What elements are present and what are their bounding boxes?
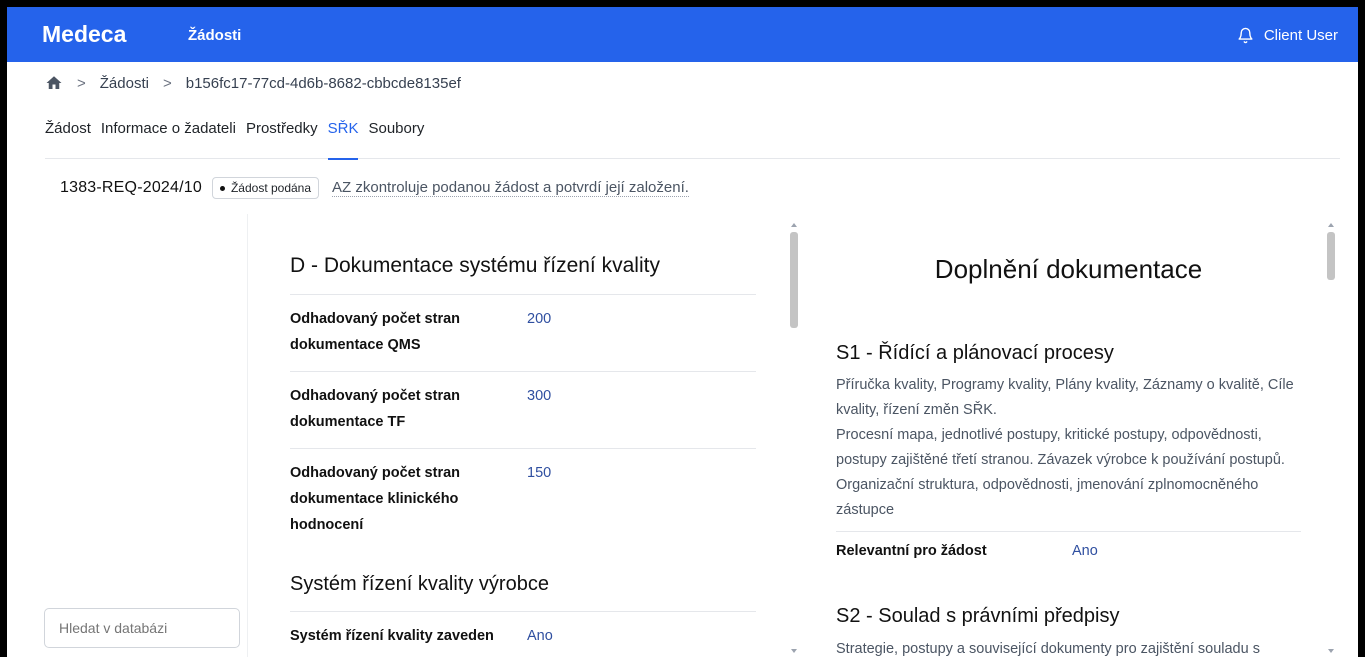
tab-soubory[interactable]: Soubory bbox=[368, 117, 424, 159]
tab-srk[interactable]: SŘK bbox=[327, 117, 358, 160]
row-value: 150 bbox=[527, 465, 552, 481]
brand-logo[interactable]: Medeca bbox=[42, 21, 126, 48]
row-label: Odhadovaný počet stran dokumentace klini… bbox=[290, 465, 461, 533]
app-window: Medeca Žádosti Client User > Žádosti > b… bbox=[7, 7, 1358, 657]
section-description: Příručka kvality, Programy kvality, Plán… bbox=[836, 373, 1301, 523]
row-label: Odhadovaný počet stran dokumentace TF bbox=[290, 388, 461, 430]
description-line: Organizační struktura, odpovědnosti, jme… bbox=[836, 477, 1259, 493]
table-row: Odhadovaný počet stran dokumentace klini… bbox=[290, 448, 756, 552]
sidebar-divider bbox=[247, 214, 248, 657]
scrollbar-left-panel[interactable] bbox=[788, 220, 800, 657]
table-row: Odhadovaný počet stran dokumentace QMS 2… bbox=[290, 294, 756, 372]
row-label: Odhadovaný počet stran dokumentace QMS bbox=[290, 311, 461, 353]
section-title: S2 - Soulad s právními předpisy bbox=[836, 605, 1120, 627]
scroll-down-icon[interactable] bbox=[791, 649, 797, 653]
scroll-up-icon[interactable] bbox=[1328, 223, 1334, 227]
row-value: Ano bbox=[527, 628, 553, 644]
breadcrumb-item-zadosti[interactable]: Žádosti bbox=[100, 75, 149, 92]
row-value: 300 bbox=[527, 388, 552, 404]
panel-title: Doplnění dokumentace bbox=[934, 254, 1203, 284]
user-name[interactable]: Client User bbox=[1264, 27, 1338, 44]
tab-informace-o-zadateli[interactable]: Informace o žadateli bbox=[101, 117, 236, 159]
bell-icon[interactable] bbox=[1237, 27, 1254, 44]
description-line: Procesní mapa, jednotlivé postupy, kriti… bbox=[836, 427, 1262, 443]
section-title: S1 - Řídící a plánovací procesy bbox=[836, 342, 1114, 364]
status-badge: Žádost podána bbox=[211, 177, 320, 199]
tab-zadost[interactable]: Žádost bbox=[45, 117, 91, 159]
status-badge-label: Žádost podána bbox=[230, 181, 312, 195]
request-note: AZ zkontroluje podanou žádost a potvrdí … bbox=[332, 179, 689, 197]
search-input[interactable] bbox=[44, 608, 240, 648]
relevance-row: Relevantní pro žádost Ano bbox=[836, 531, 1301, 581]
section-title: D - Dokumentace systému řízení kvality bbox=[290, 254, 660, 277]
status-dot-icon bbox=[219, 185, 225, 191]
scroll-down-icon[interactable] bbox=[1328, 649, 1334, 653]
description-line: postupy zajištěné třetí stranou. Závazek… bbox=[836, 452, 1285, 468]
scroll-up-icon[interactable] bbox=[791, 223, 797, 227]
qms-documentation-panel: D - Dokumentace systému řízení kvality O… bbox=[290, 220, 756, 657]
user-menu[interactable]: Client User bbox=[1237, 27, 1338, 44]
chevron-right-icon: > bbox=[162, 74, 172, 92]
breadcrumb-item-current: b156fc17-77cd-4d6b-8682-cbbcde8135ef bbox=[185, 74, 461, 92]
scroll-thumb[interactable] bbox=[1327, 232, 1335, 280]
relevance-value: Ano bbox=[1072, 543, 1098, 559]
relevance-label: Relevantní pro žádost bbox=[836, 543, 987, 559]
scrollbar-right-panel[interactable] bbox=[1325, 220, 1337, 657]
request-header: 1383-REQ-2024/10 Žádost podána AZ zkontr… bbox=[60, 177, 689, 199]
request-id: 1383-REQ-2024/10 bbox=[60, 179, 202, 196]
nav-item-zadosti[interactable]: Žádosti bbox=[188, 27, 241, 44]
section-description: Strategie, postupy a související dokumen… bbox=[836, 637, 1301, 657]
home-icon[interactable] bbox=[45, 74, 63, 92]
chevron-right-icon: > bbox=[77, 74, 86, 92]
row-value: 200 bbox=[527, 311, 552, 327]
tab-prostredky[interactable]: Prostředky bbox=[246, 117, 318, 159]
table-row: Systém řízení kvality zaveden Ano bbox=[290, 611, 756, 657]
documentation-supplement-panel: Doplnění dokumentace S1 - Řídící a pláno… bbox=[836, 220, 1301, 657]
tab-bar: Žádost Informace o žadateli Prostředky S… bbox=[45, 117, 1340, 160]
top-bar: Medeca Žádosti Client User bbox=[7, 7, 1358, 62]
breadcrumb: > Žádosti > b156fc17-77cd-4d6b-8682-cbbc… bbox=[45, 71, 461, 95]
description-line: Strategie, postupy a související dokumen… bbox=[836, 641, 1260, 657]
row-label: Systém řízení kvality zaveden bbox=[290, 628, 494, 644]
description-line: zástupce bbox=[836, 502, 895, 518]
description-line: kvality, řízení změn SŘK. bbox=[836, 402, 997, 418]
scroll-thumb[interactable] bbox=[790, 232, 798, 328]
description-line: Příručka kvality, Programy kvality, Plán… bbox=[836, 377, 1294, 393]
section-title: Systém řízení kvality výrobce bbox=[290, 573, 549, 595]
table-row: Odhadovaný počet stran dokumentace TF 30… bbox=[290, 371, 756, 449]
